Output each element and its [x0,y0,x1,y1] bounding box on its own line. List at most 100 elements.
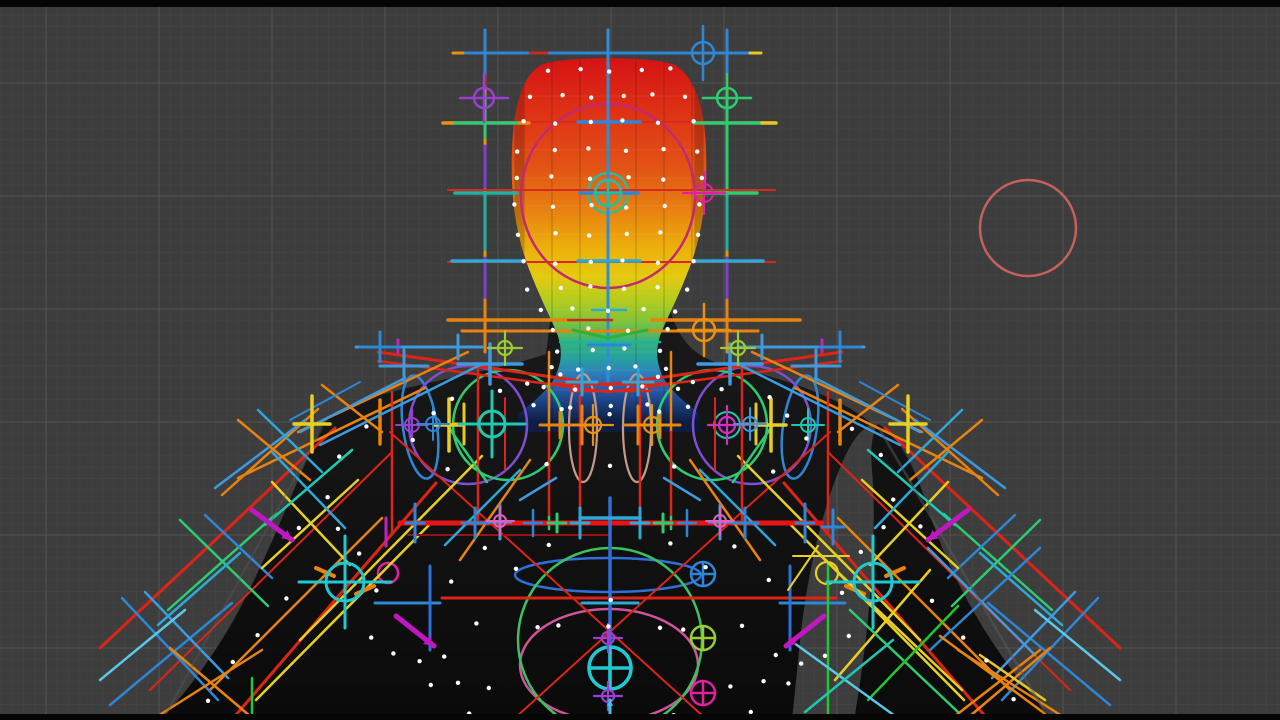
vertex-dot[interactable] [633,364,638,369]
vertex-dot[interactable] [514,175,519,181]
vertex-dot[interactable] [428,682,433,688]
vertex-dot[interactable] [527,94,533,100]
vertex-dot[interactable] [703,565,708,570]
vertex-dot[interactable] [699,175,704,181]
vertex-dot[interactable] [474,621,479,626]
vertex-dot[interactable] [655,285,660,290]
vertex-dot[interactable] [205,698,211,703]
vertex-dot[interactable] [549,365,554,370]
vertex-dot[interactable] [608,597,613,603]
vertex-dot[interactable] [525,381,530,386]
vertex-dot[interactable] [570,306,575,311]
vertex-dot[interactable] [640,384,645,389]
vertex-dot[interactable] [357,551,362,556]
vertex-dot[interactable] [685,287,690,292]
vertex-dot[interactable] [497,388,503,393]
vertex-dot[interactable] [767,395,772,400]
vertex-dot[interactable] [550,327,555,333]
vertex-dot[interactable] [624,231,629,237]
vertex-dot[interactable] [621,286,627,291]
vertex-dot[interactable] [335,526,341,531]
3d-viewport[interactable] [0,0,1280,720]
vertex-dot[interactable] [622,346,627,351]
vertex-dot[interactable] [623,148,629,153]
vertex-dot[interactable] [337,454,342,459]
vertex-dot[interactable] [513,566,519,571]
vertex-dot[interactable] [771,469,776,474]
vertex-dot[interactable] [672,464,677,469]
vertex-dot[interactable] [538,307,543,313]
vertex-dot[interactable] [391,651,396,656]
vertex-dot[interactable] [515,149,520,154]
vertex-dot[interactable] [739,623,745,628]
vertex-dot[interactable] [606,624,611,629]
vertex-dot[interactable] [431,411,436,416]
vertex-dot[interactable] [662,203,667,209]
vertex-dot[interactable] [417,659,422,664]
vertex-dot[interactable] [804,436,809,441]
vertex-dot[interactable] [846,633,851,639]
vertex-dot[interactable] [512,202,517,207]
vertex-dot[interactable] [607,412,612,417]
vertex-dot[interactable] [626,175,631,180]
vertex-dot[interactable] [556,623,561,628]
vertex-dot[interactable] [576,367,581,372]
vertex-dot[interactable] [410,437,415,443]
vertex-dot[interactable] [673,309,678,314]
vertex-dot[interactable] [849,426,855,431]
vertex-dot[interactable] [449,396,455,401]
vertex-dot[interactable] [482,545,487,551]
vertex-dot[interactable] [558,285,563,291]
vertex-dot[interactable] [665,327,670,332]
vertex-dot[interactable] [691,259,696,264]
vertex-dot[interactable] [589,95,594,100]
vertex-dot[interactable] [325,495,330,500]
vertex-dot[interactable] [535,625,540,630]
vertex-dot[interactable] [858,549,863,555]
vertex-dot[interactable] [748,709,753,715]
vertex-dot[interactable] [586,146,591,151]
vertex-dot[interactable] [607,463,613,468]
vertex-dot[interactable] [697,202,702,207]
vertex-dot[interactable] [675,386,681,391]
vertex-dot[interactable] [607,69,612,74]
viewport-scene[interactable] [0,0,1280,720]
vertex-dot[interactable] [553,261,558,266]
vertex-dot[interactable] [822,653,828,658]
vertex-dot[interactable] [645,402,650,407]
vertex-dot[interactable] [230,659,235,665]
vertex-dot[interactable] [558,372,563,377]
vertex-dot[interactable] [691,119,696,124]
vertex-dot[interactable] [1011,697,1016,702]
vertex-dot[interactable] [369,635,374,640]
vertex-dot[interactable] [586,326,591,331]
vertex-dot[interactable] [486,685,491,691]
vertex-dot[interactable] [690,379,695,385]
vertex-dot[interactable] [661,147,666,152]
vertex-dot[interactable] [961,635,966,640]
vertex-dot[interactable] [650,92,655,97]
vertex-dot[interactable] [719,387,724,392]
vertex-dot[interactable] [553,231,558,236]
vertex-dot[interactable] [255,633,260,638]
vertex-dot[interactable] [588,119,593,125]
vertex-dot[interactable] [531,403,536,408]
vertex-dot[interactable] [590,347,595,353]
vertex-dot[interactable] [681,627,686,632]
vertex-dot[interactable] [929,598,935,603]
vertex-dot[interactable] [668,66,673,71]
vertex-dot[interactable] [608,385,613,391]
vertex-dot[interactable] [891,497,896,502]
vertex-dot[interactable] [655,260,661,265]
vertex-dot[interactable] [568,405,573,410]
vertex-dot[interactable] [668,541,673,546]
vertex-dot[interactable] [661,177,666,182]
vertex-dot[interactable] [878,452,883,458]
vertex-dot[interactable] [525,287,530,292]
vertex-dot[interactable] [685,404,691,409]
vertex-dot[interactable] [578,67,583,72]
vertex-dot[interactable] [545,68,551,74]
vertex-dot[interactable] [658,230,663,235]
vertex-dot[interactable] [521,119,526,124]
vertex-dot[interactable] [918,524,923,529]
